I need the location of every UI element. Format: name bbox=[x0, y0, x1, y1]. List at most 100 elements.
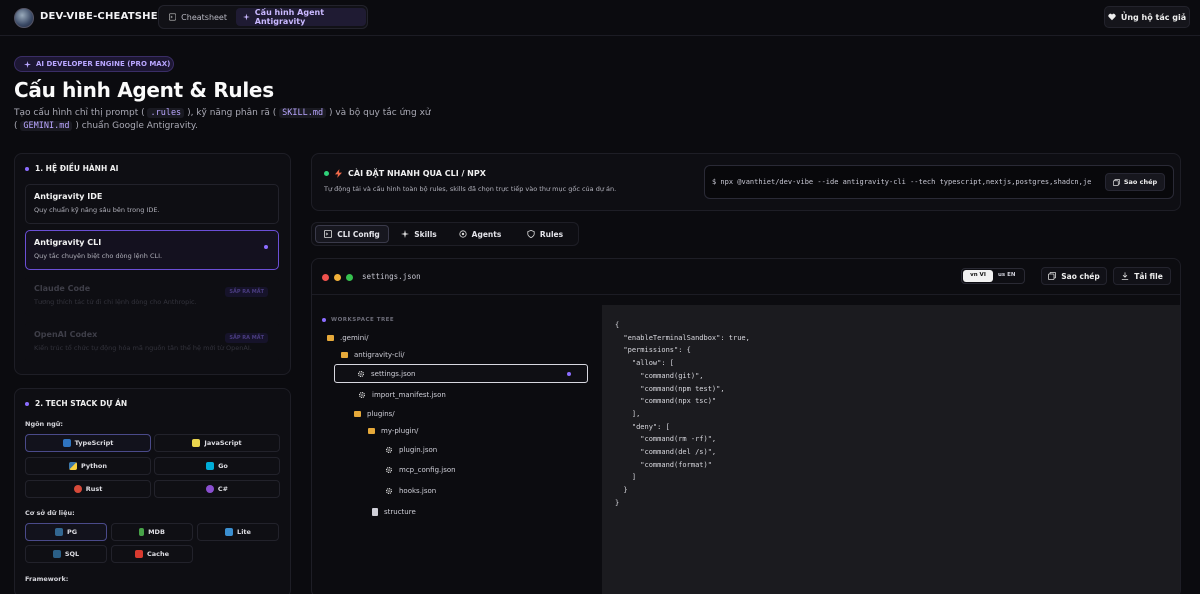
support-label: Ủng hộ tác giả bbox=[1120, 12, 1187, 22]
lang-chip-typescript[interactable]: TypeScript bbox=[25, 434, 151, 452]
cli-description: Tự động tải và cấu hình toàn bộ rules, s… bbox=[324, 185, 617, 193]
tab-skills[interactable]: Skills bbox=[394, 225, 444, 243]
tree-node-plugins[interactable]: plugins/ bbox=[354, 410, 395, 418]
os-option-claude-code: Claude Code Tương thích tác tử đi chi lệ… bbox=[25, 276, 279, 316]
cli-command-box[interactable]: $ npx @vanthiet/dev-vibe --ide antigravi… bbox=[704, 165, 1174, 199]
copy-label: Sao chép bbox=[1061, 271, 1100, 281]
db-chip-sqlite[interactable]: Lite bbox=[197, 523, 279, 541]
rust-icon bbox=[73, 485, 82, 493]
subtitle-code: SKILL.md bbox=[279, 108, 327, 118]
db-chip-mongodb[interactable]: MDB bbox=[111, 523, 193, 541]
terminal-icon bbox=[169, 13, 177, 21]
chip-label: Go bbox=[218, 462, 228, 470]
lang-chip-csharp[interactable]: C# bbox=[154, 480, 280, 498]
subtitle-text: ), kỹ năng phân rã ( bbox=[187, 108, 277, 118]
copy-file-button[interactable]: Sao chép bbox=[1041, 267, 1107, 285]
lang-chip-python[interactable]: Python bbox=[25, 457, 151, 475]
tree-node-mcp-config[interactable]: mcp_config.json bbox=[385, 466, 456, 474]
tree-node-plugin-json[interactable]: plugin.json bbox=[385, 446, 437, 454]
copy-label: Sao chép bbox=[1123, 178, 1158, 186]
gear-icon bbox=[357, 370, 365, 377]
framework-label: Framework: bbox=[25, 575, 69, 583]
page-title: Cấu hình Agent & Rules bbox=[14, 78, 274, 102]
folder-icon bbox=[327, 335, 334, 341]
copy-command-button[interactable]: Sao chép bbox=[1105, 173, 1165, 191]
top-navbar: DEV-VIBE-CHEATSHEET Cheatsheet Cấu hình … bbox=[0, 0, 1200, 36]
window-maximize-dot bbox=[346, 274, 353, 281]
panel-title: 2. TECH STACK DỰ ÁN bbox=[35, 399, 128, 408]
coming-soon-badge: SẮP RA MẮT bbox=[225, 287, 268, 297]
folder-icon bbox=[368, 428, 375, 434]
code-content[interactable]: { "enableTerminalSandbox": true, "permis… bbox=[615, 319, 750, 510]
lang-vi-option[interactable]: vn VI bbox=[963, 270, 993, 282]
lightning-icon bbox=[335, 169, 342, 178]
tab-agents[interactable]: Agents bbox=[450, 225, 510, 243]
cli-heading: CÀI ĐẶT NHANH QUA CLI / NPX bbox=[324, 169, 486, 178]
gear-icon bbox=[385, 446, 393, 454]
selected-indicator bbox=[567, 372, 571, 376]
os-option-desc: Quy tắc chuyên biệt cho dòng lệnh CLI. bbox=[34, 252, 163, 260]
db-chip-postgres[interactable]: PG bbox=[25, 523, 107, 541]
tree-node-label: my-plugin/ bbox=[381, 427, 419, 435]
language-label: Ngôn ngữ: bbox=[25, 420, 63, 428]
tree-node-hooks-json[interactable]: hooks.json bbox=[385, 487, 436, 495]
chip-label: Rust bbox=[85, 485, 103, 493]
code-view[interactable]: { "enableTerminalSandbox": true, "permis… bbox=[602, 305, 1180, 594]
tree-node-import-manifest[interactable]: import_manifest.json bbox=[358, 391, 446, 399]
support-author-button[interactable]: Ủng hộ tác giả bbox=[1104, 6, 1190, 28]
db-chip-mysql[interactable]: SQL bbox=[25, 545, 107, 563]
tab-label: CLI Config bbox=[337, 229, 380, 239]
mongodb-icon bbox=[139, 528, 145, 536]
tech-stack-panel: 2. TECH STACK DỰ ÁN Ngôn ngữ: TypeScript… bbox=[14, 388, 291, 594]
language-toggle[interactable]: vn VI us EN bbox=[961, 268, 1025, 284]
tree-node-my-plugin[interactable]: my-plugin/ bbox=[368, 427, 418, 435]
nav-tabs: Cheatsheet Cấu hình Agent Antigravity bbox=[158, 5, 368, 29]
selected-indicator bbox=[264, 245, 268, 249]
window-minimize-dot bbox=[334, 274, 341, 281]
panel-heading: 2. TECH STACK DỰ ÁN bbox=[25, 399, 127, 408]
tree-node-antigravity-cli[interactable]: antigravity-cli/ bbox=[341, 351, 405, 359]
tree-node-structure[interactable]: structure bbox=[372, 508, 416, 516]
terminal-icon bbox=[324, 230, 333, 238]
tab-cli-config[interactable]: CLI Config bbox=[315, 225, 389, 243]
subtitle-text: Tạo cấu hình chỉ thị prompt ( bbox=[14, 108, 145, 118]
brand-name[interactable]: DEV-VIBE-CHEATSHEET bbox=[40, 11, 172, 22]
chip-label: PG bbox=[66, 528, 78, 536]
lang-en-option[interactable]: us EN bbox=[998, 272, 1015, 278]
tree-node-label: .gemini/ bbox=[340, 334, 369, 342]
os-option-antigravity-cli[interactable]: Antigravity CLI Quy tắc chuyên biệt cho … bbox=[25, 230, 279, 270]
cli-command-text[interactable]: $ npx @vanthiet/dev-vibe --ide antigravi… bbox=[712, 178, 1094, 186]
tree-node-label: plugin.json bbox=[399, 446, 438, 454]
bullet-icon bbox=[25, 166, 29, 171]
panel-heading: 1. HỆ ĐIỀU HÀNH AI bbox=[25, 164, 118, 173]
lang-chip-go[interactable]: Go bbox=[154, 457, 280, 475]
tab-rules[interactable]: Rules bbox=[518, 225, 572, 243]
chip-label: C# bbox=[217, 485, 229, 493]
tree-node-label: hooks.json bbox=[399, 487, 437, 495]
tree-node-gemini[interactable]: .gemini/ bbox=[327, 334, 368, 342]
status-dot bbox=[324, 171, 329, 176]
brand-logo[interactable] bbox=[14, 8, 34, 28]
nav-tab-agent-config[interactable]: Cấu hình Agent Antigravity bbox=[236, 8, 366, 26]
panel-title: 1. HỆ ĐIỀU HÀNH AI bbox=[35, 164, 119, 173]
coming-soon-badge: SẮP RA MẮT bbox=[225, 333, 268, 343]
db-chip-redis[interactable]: Cache bbox=[111, 545, 193, 563]
javascript-icon bbox=[192, 439, 201, 447]
typescript-icon bbox=[62, 439, 71, 447]
sparkle-icon bbox=[401, 230, 410, 238]
python-icon bbox=[69, 462, 78, 470]
lang-chip-rust[interactable]: Rust bbox=[25, 480, 151, 498]
folder-icon bbox=[354, 411, 361, 417]
os-option-desc: Quy chuẩn kỹ năng sâu bên trong IDE. bbox=[34, 206, 160, 214]
tree-node-settings-json[interactable]: settings.json bbox=[334, 364, 588, 383]
subtitle-code: .rules bbox=[147, 108, 185, 118]
sqlite-icon bbox=[225, 528, 234, 536]
nav-tab-cheatsheet[interactable]: Cheatsheet bbox=[162, 8, 234, 26]
os-option-name: Antigravity IDE bbox=[34, 192, 103, 201]
lang-chip-javascript[interactable]: JavaScript bbox=[154, 434, 280, 452]
download-file-button[interactable]: Tải file bbox=[1113, 267, 1171, 285]
editor-filename: settings.json bbox=[362, 272, 421, 281]
chip-label: Cache bbox=[146, 550, 170, 558]
mysql-icon bbox=[52, 550, 61, 558]
os-option-antigravity-ide[interactable]: Antigravity IDE Quy chuẩn kỹ năng sâu bê… bbox=[25, 184, 279, 224]
